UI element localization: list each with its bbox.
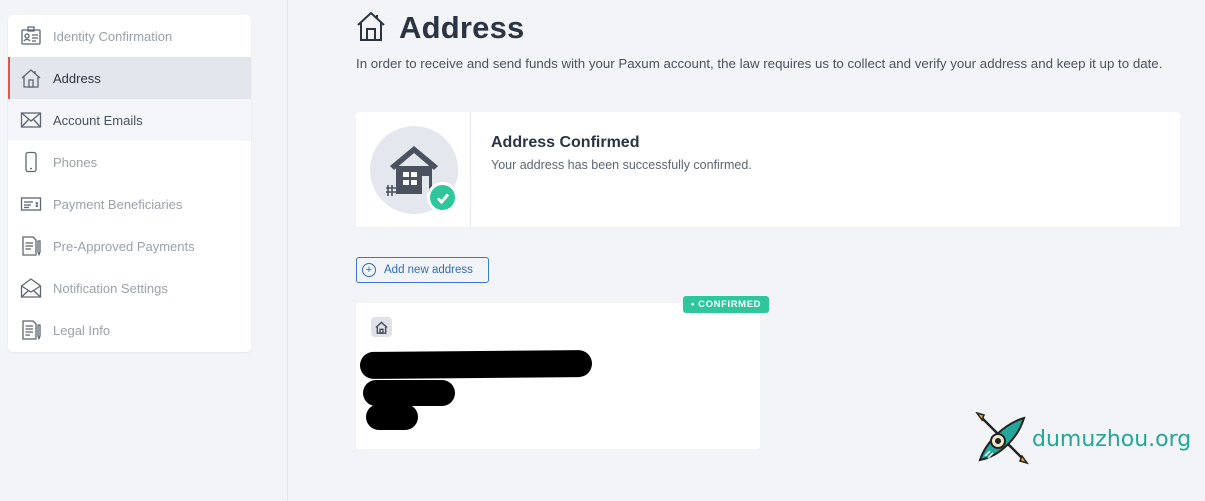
phone-icon <box>19 150 43 174</box>
add-new-address-label: Add new address <box>384 264 473 276</box>
watermark-text: dumuzhou.org <box>1032 426 1192 452</box>
sidebar-item-account-emails[interactable]: Account Emails <box>8 99 251 141</box>
document-pen-icon <box>19 234 43 258</box>
sidebar-item-label: Pre-Approved Payments <box>53 238 195 254</box>
status-illustration <box>356 112 471 227</box>
add-new-address-button[interactable]: + Add new address <box>356 257 489 283</box>
kayak-logo-icon <box>975 412 1029 465</box>
house-icon <box>371 317 392 337</box>
sidebar-item-address[interactable]: Address <box>8 57 251 99</box>
sidebar-item-notification-settings[interactable]: Notification Settings <box>8 267 251 309</box>
confirmed-status-badge: • CONFIRMED <box>683 296 770 313</box>
watermark: dumuzhou.org <box>974 412 1191 466</box>
check-icon <box>427 182 458 213</box>
id-card-icon <box>19 24 43 48</box>
house-icon <box>356 10 386 42</box>
status-subtitle: Your address has been successfully confi… <box>491 158 752 172</box>
address-status-card: Address Confirmed Your address has been … <box>356 112 1180 227</box>
plus-circle-icon: + <box>362 263 376 277</box>
intro-text: In order to receive and send funds with … <box>356 56 1163 71</box>
sidebar-item-label: Address <box>53 70 101 86</box>
sidebar-item-phones[interactable]: Phones <box>8 141 251 183</box>
address-card <box>356 303 760 449</box>
house-icon <box>19 66 43 90</box>
check-document-icon <box>19 192 43 216</box>
column-divider <box>287 0 288 501</box>
redacted-address-line <box>359 349 593 380</box>
envelope-icon <box>19 108 43 132</box>
sidebar-item-label: Phones <box>53 154 98 170</box>
sidebar-item-label: Identity Confirmation <box>53 28 173 44</box>
sidebar-item-legal-info[interactable]: Legal Info <box>8 309 251 351</box>
settings-sidebar: Identity Confirmation Address Account Em… <box>8 15 251 352</box>
sidebar-item-payment-beneficiaries[interactable]: Payment Beneficiaries <box>8 183 251 225</box>
redacted-address-line <box>366 404 418 430</box>
sidebar-item-pre-approved-payments[interactable]: Pre-Approved Payments <box>8 225 251 267</box>
sidebar-item-label: Notification Settings <box>53 280 168 296</box>
page: Identity Confirmation Address Account Em… <box>0 0 1205 501</box>
open-envelope-icon <box>19 276 43 300</box>
sidebar-item-label: Account Emails <box>53 112 143 128</box>
sidebar-item-identity-confirmation[interactable]: Identity Confirmation <box>8 15 251 57</box>
page-title: Address <box>399 10 525 45</box>
sidebar-item-label: Payment Beneficiaries <box>53 196 183 212</box>
redacted-address-line <box>363 380 455 406</box>
legal-document-icon <box>19 318 43 342</box>
status-title: Address Confirmed <box>491 134 640 151</box>
sidebar-item-label: Legal Info <box>53 322 111 338</box>
